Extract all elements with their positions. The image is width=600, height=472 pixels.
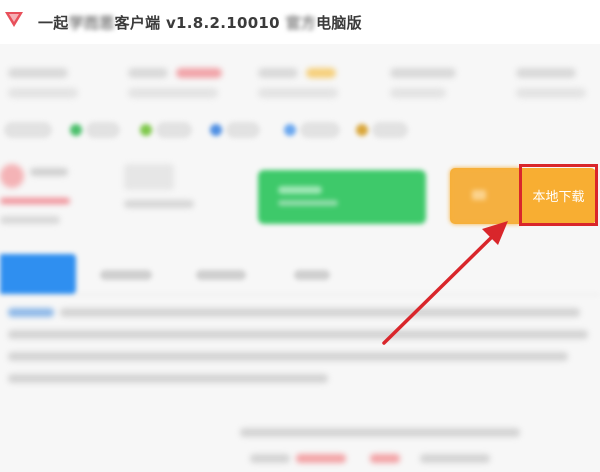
tab-4[interactable] <box>294 270 330 280</box>
window-titlebar: 一起学而思客户端 v1.8.2.10010 官方电脑版 <box>0 0 600 44</box>
annotation-arrow-icon <box>382 221 508 345</box>
local-download-label[interactable]: 本地下载 <box>519 164 598 226</box>
feature-chips-row <box>0 118 440 144</box>
stats-card <box>118 158 218 228</box>
tab-active[interactable] <box>0 254 76 294</box>
app-info-row <box>0 58 600 106</box>
tab-2[interactable] <box>100 270 152 280</box>
rating-card <box>0 158 80 228</box>
tab-3[interactable] <box>196 270 246 280</box>
window-title: 一起学而思客户端 v1.8.2.10010 官方电脑版 <box>38 14 362 32</box>
app-logo-icon <box>5 12 23 27</box>
